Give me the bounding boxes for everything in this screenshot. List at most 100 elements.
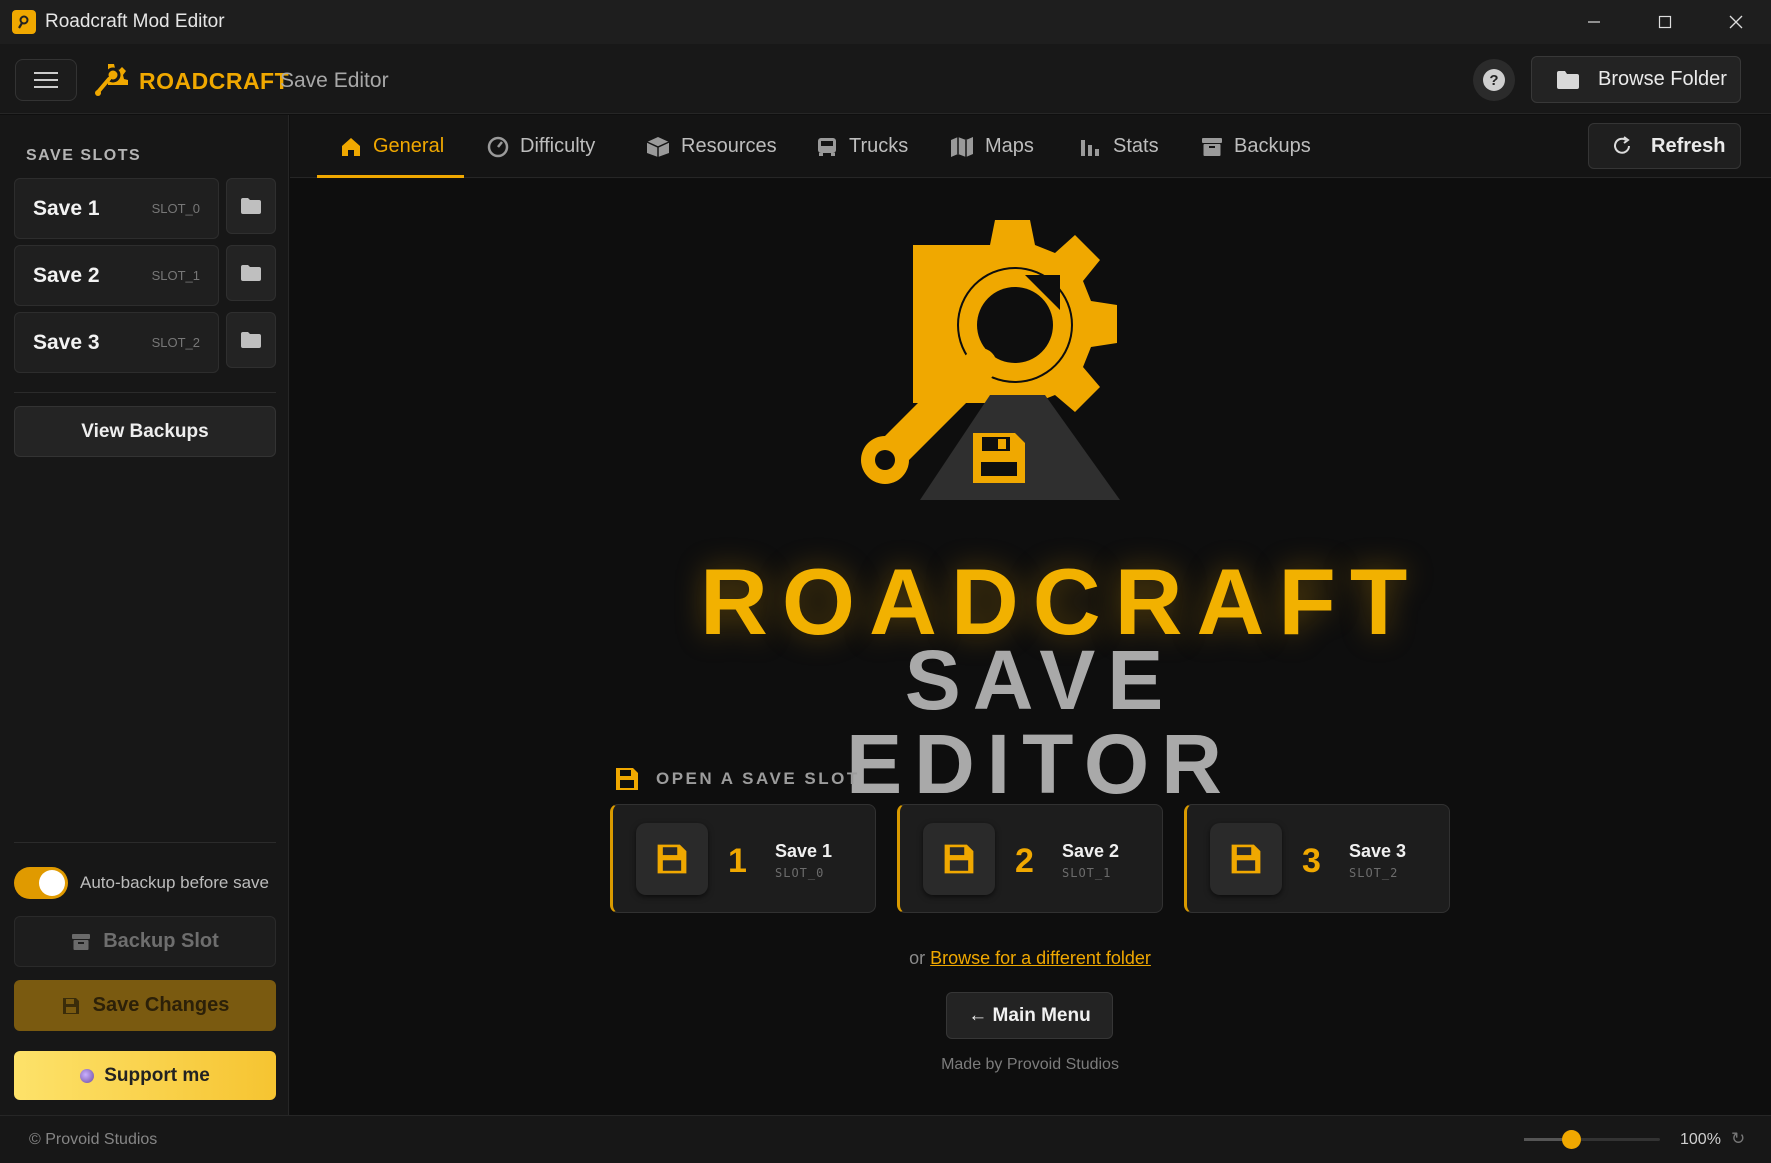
slot-name: Save 2 [33,264,100,287]
tab-bar: General Difficulty Resources Trucks Maps… [290,115,1771,178]
save-changes-label: Save Changes [92,994,230,1016]
maximize-icon [1658,15,1671,29]
browse-folder-button[interactable]: Browse Folder [1531,56,1741,103]
brand-logo-icon [95,64,128,96]
floppy-disk-icon [636,823,708,895]
slot-id: SLOT_1 [1062,866,1112,880]
open-slot-heading-label: OPEN A SAVE SLOT [656,769,860,788]
zoom-level: 100% [1680,1131,1721,1148]
tab-trucks[interactable]: Trucks [816,115,908,178]
tab-label: General [373,135,445,157]
save-slots-heading: SAVE SLOTS [26,147,142,164]
sidebar-slot-row: Save 1 SLOT_0 [14,178,276,239]
floppy-disk-icon [1210,823,1282,895]
made-by-text: Made by Provoid Studios [941,1056,1119,1073]
status-bar: © Provoid Studios 100% ↻ [0,1115,1771,1163]
tab-maps[interactable]: Maps [950,115,1034,178]
brand-name: ROADCRAFT [139,68,290,94]
zoom-slider[interactable] [1524,1130,1660,1149]
slot-number: 2 [1015,842,1034,880]
sidebar-divider [14,392,276,393]
hamburger-icon [34,72,58,88]
sidebar-slot-button[interactable]: Save 3 SLOT_2 [14,312,219,373]
folder-icon [241,198,261,214]
slot-id: SLOT_2 [151,335,200,350]
auto-backup-label: Auto-backup before save [80,873,270,892]
open-slot-card[interactable]: 3 Save 3 SLOT_2 [1184,804,1450,913]
sidebar-slot-button[interactable]: Save 1 SLOT_0 [14,178,219,239]
gauge-icon [487,136,509,158]
zoom-slider-thumb[interactable] [1562,1130,1582,1149]
menu-button[interactable] [15,59,77,101]
box-icon [646,136,670,158]
open-slot-card[interactable]: 1 Save 1 SLOT_0 [610,804,876,913]
help-button[interactable]: ? [1473,59,1515,101]
browse-different-folder-link[interactable]: Browse for a different folder [930,948,1151,968]
close-button[interactable] [1700,0,1771,44]
floppy-disk-icon [61,996,81,1016]
slot-id: SLOT_1 [151,268,200,283]
slot-name: Save 3 [1349,841,1407,861]
slot-id: SLOT_0 [775,866,825,880]
browse-alternative-line: or Browse for a different folder [0,948,1771,969]
tab-label: Maps [985,135,1034,157]
brand-subtitle: Save Editor [280,69,389,92]
map-icon [950,136,974,158]
sidebar-divider [14,842,276,843]
truck-icon [816,136,838,158]
save-changes-button[interactable]: Save Changes [14,980,276,1031]
tab-stats[interactable]: Stats [1080,115,1159,178]
main-menu-button[interactable]: ← Main Menu [946,992,1113,1039]
open-slot-card[interactable]: 2 Save 2 SLOT_1 [897,804,1163,913]
refresh-icon [1611,135,1633,157]
tab-label: Resources [681,135,777,157]
or-text: or [909,948,926,968]
open-slot-folder-button[interactable] [226,178,276,234]
open-slot-folder-button[interactable] [226,245,276,301]
reset-zoom-icon[interactable]: ↻ [1731,1129,1745,1149]
refresh-button[interactable]: Refresh [1588,123,1741,169]
refresh-label: Refresh [1651,134,1726,157]
copyright-text: © Provoid Studios [29,1131,158,1148]
app-icon [12,10,36,34]
tab-backups[interactable]: Backups [1201,115,1311,178]
slot-id: SLOT_0 [151,201,200,216]
auto-backup-row: Auto-backup before save [14,867,276,899]
tab-difficulty[interactable]: Difficulty [487,115,595,178]
slot-number: 1 [728,842,747,880]
window-title: Roadcraft Mod Editor [45,11,225,32]
tab-resources[interactable]: Resources [646,115,777,178]
maximize-button[interactable] [1629,0,1700,44]
slot-name: Save 1 [33,197,100,220]
tab-label: Trucks [849,135,909,157]
slot-name: Save 1 [775,841,833,861]
view-backups-button[interactable]: View Backups [14,406,276,457]
open-slot-folder-button[interactable] [226,312,276,368]
tab-general[interactable]: General [316,115,465,178]
slot-number: 3 [1302,842,1321,880]
archive-icon [1201,136,1223,158]
roadcraft-logo-icon [861,220,1120,500]
auto-backup-toggle[interactable] [14,867,68,899]
floppy-disk-icon [616,768,638,790]
folder-icon [1557,70,1579,89]
tab-label: Difficulty [520,135,596,157]
slot-name: Save 2 [1062,841,1120,861]
sidebar-slot-row: Save 2 SLOT_1 [14,245,276,306]
help-icon: ? [1483,69,1505,91]
browse-folder-label: Browse Folder [1598,68,1727,90]
home-icon [340,136,362,158]
slot-name: Save 3 [33,331,100,354]
slot-id: SLOT_2 [1349,866,1399,880]
app-header: ROADCRAFT Save Editor ? Browse Folder [0,44,1771,114]
folder-icon [241,265,261,281]
floppy-disk-icon [923,823,995,895]
sidebar-slot-button[interactable]: Save 2 SLOT_1 [14,245,219,306]
sidebar-slot-row: Save 3 SLOT_2 [14,312,276,373]
minimize-button[interactable] [1558,0,1629,44]
open-slot-heading: OPEN A SAVE SLOT [614,766,860,792]
close-icon [1729,15,1742,29]
tab-label: Stats [1113,135,1159,157]
title-bar: Roadcraft Mod Editor [0,0,1771,44]
minimize-icon [1587,21,1600,23]
